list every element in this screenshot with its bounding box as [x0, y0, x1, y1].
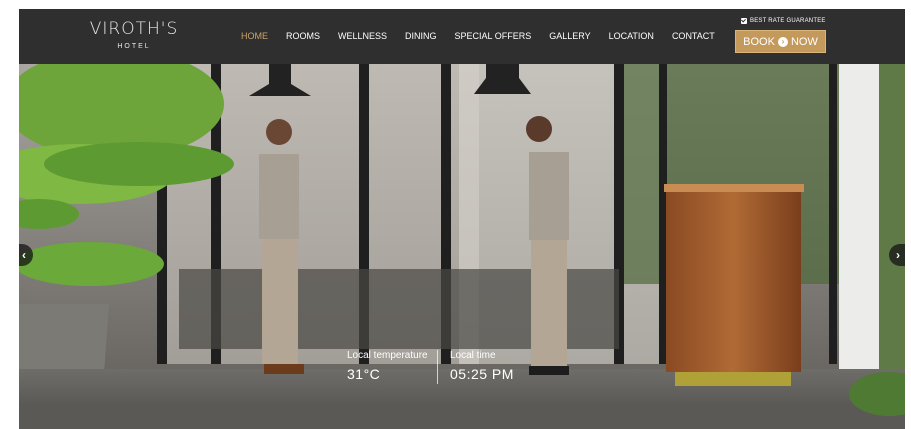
checkbox-checked-icon — [741, 18, 747, 24]
main-nav: HOME ROOMS WELLNESS DINING SPECIAL OFFER… — [241, 31, 733, 41]
logo-name: VIROTH'S — [89, 19, 179, 39]
best-rate-label: BEST RATE GUARANTEE — [750, 18, 826, 24]
website-frame: VIROTH'S HOTEL HOME ROOMS WELLNESS DININ… — [19, 9, 905, 429]
hero-slider: ‹ › Local temperature 31°C Local time 05… — [19, 64, 905, 429]
arrow-right-circle-icon: › — [777, 36, 788, 47]
nav-gallery[interactable]: GALLERY — [549, 31, 590, 41]
site-header: VIROTH'S HOTEL HOME ROOMS WELLNESS DININ… — [19, 9, 905, 64]
temperature-value: 31°C — [347, 366, 381, 382]
nav-location[interactable]: LOCATION — [609, 31, 654, 41]
temperature-label: Local temperature — [347, 350, 428, 361]
local-temperature: Local temperature 31°C — [347, 350, 428, 383]
nav-rooms[interactable]: ROOMS — [286, 31, 320, 41]
hotel-logo[interactable]: VIROTH'S HOTEL — [79, 19, 189, 51]
book-now-button[interactable]: BOOK › NOW — [735, 30, 826, 53]
time-value: 05:25 PM — [450, 366, 514, 382]
time-label: Local time — [450, 350, 496, 361]
now-label: NOW — [790, 35, 818, 48]
nav-dining[interactable]: DINING — [405, 31, 437, 41]
nav-home[interactable]: HOME — [241, 31, 268, 41]
local-time: Local time 05:25 PM — [450, 350, 514, 383]
nav-contact[interactable]: CONTACT — [672, 31, 715, 41]
chevron-right-icon[interactable]: › — [889, 244, 905, 266]
best-rate-guarantee: BEST RATE GUARANTEE — [741, 18, 826, 24]
nav-special-offers[interactable]: SPECIAL OFFERS — [455, 31, 532, 41]
book-label: BOOK — [743, 35, 775, 48]
logo-subtitle: HOTEL — [117, 43, 151, 50]
nav-wellness[interactable]: WELLNESS — [338, 31, 387, 41]
info-divider — [437, 350, 438, 384]
